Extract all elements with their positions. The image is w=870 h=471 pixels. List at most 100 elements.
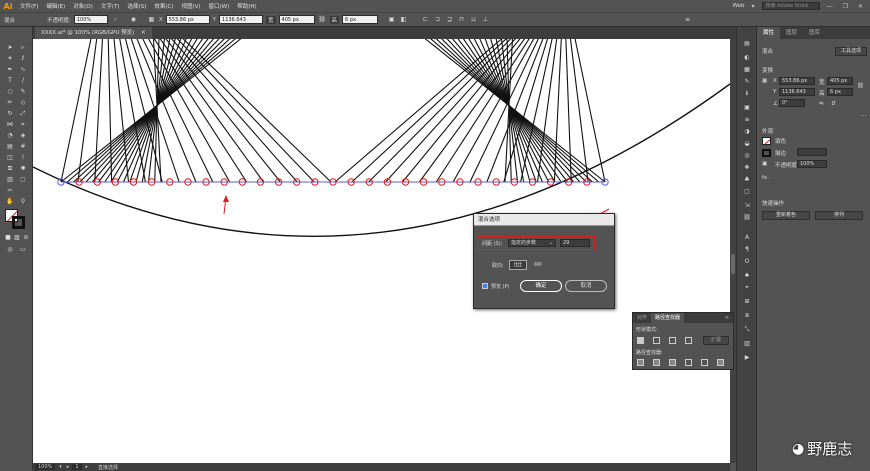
- chevron-down-icon[interactable]: ▾: [749, 3, 758, 10]
- menu-edit[interactable]: 编辑(E): [42, 2, 69, 10]
- menu-view[interactable]: 视图(V): [177, 2, 204, 10]
- artboard-prev-icon[interactable]: ◂: [66, 464, 69, 470]
- tab-libraries[interactable]: 图库: [803, 27, 826, 39]
- char-panel-icon[interactable]: A: [742, 233, 752, 242]
- y-field[interactable]: 1136.643: [219, 15, 264, 24]
- menu-file[interactable]: 文件(F): [16, 2, 42, 10]
- y-field[interactable]: 1136.643: [779, 88, 815, 96]
- steps-field[interactable]: 29: [560, 239, 590, 247]
- links-panel-icon[interactable]: ⛓: [742, 213, 752, 222]
- minus-back-icon[interactable]: [717, 359, 724, 366]
- color-panel-icon[interactable]: ◐: [742, 53, 752, 62]
- menu-object[interactable]: 对象(O): [69, 2, 97, 10]
- h-field[interactable]: 6 px: [827, 88, 853, 96]
- scroll-thumb[interactable]: [731, 254, 735, 274]
- tab-layers[interactable]: 图层: [780, 27, 803, 39]
- document-tab[interactable]: XXXX.ai* @ 100% (RGB/GPU 预览) ✕: [35, 27, 152, 39]
- restore-button[interactable]: ❐: [840, 3, 851, 10]
- artboard-tool-icon[interactable]: ▢: [18, 175, 28, 184]
- mesh-icon[interactable]: #: [18, 142, 28, 151]
- properties-panel-icon[interactable]: ▤: [742, 39, 752, 48]
- tool-options-button[interactable]: 工具选项: [835, 47, 867, 56]
- artboard-next-icon[interactable]: ▸: [86, 464, 89, 470]
- pen-tool-icon[interactable]: ✒: [5, 65, 15, 74]
- eraser-icon[interactable]: ◇: [18, 98, 28, 107]
- cancel-button[interactable]: 取消: [565, 280, 607, 292]
- merge-icon[interactable]: [669, 359, 676, 366]
- align-grid-icon[interactable]: ▦: [147, 15, 156, 24]
- chevron-down-icon[interactable]: ▾: [59, 464, 62, 470]
- curvature-icon[interactable]: ∿: [18, 65, 28, 74]
- transparency-panel-icon[interactable]: ◒: [742, 139, 752, 148]
- close-icon[interactable]: ✕: [141, 30, 146, 36]
- expand-button[interactable]: 扩展: [703, 336, 729, 345]
- fx-button[interactable]: fx.: [762, 175, 769, 181]
- tab-pathfinder[interactable]: 路径查找器: [651, 313, 685, 323]
- perspective-grid-icon[interactable]: ▤: [5, 142, 15, 151]
- symbol-sprayer-icon[interactable]: ✺: [18, 164, 28, 173]
- eyedropper-icon[interactable]: ⌇: [18, 153, 28, 162]
- lasso-icon[interactable]: ℓ: [18, 54, 28, 63]
- flip-horizontal-icon[interactable]: ⇋: [819, 101, 824, 107]
- recolor-button[interactable]: 重新着色: [762, 211, 810, 220]
- width-tool-icon[interactable]: ⋈: [5, 120, 15, 129]
- ok-button[interactable]: 确定: [520, 280, 562, 292]
- crop-icon[interactable]: [685, 359, 692, 366]
- paragraph-panel-icon[interactable]: ¶: [742, 245, 752, 254]
- info-panel-icon[interactable]: ℹ: [742, 89, 752, 98]
- none-mode-icon[interactable]: ⊘: [21, 233, 31, 242]
- gradient-icon[interactable]: ◫: [5, 153, 15, 162]
- zoom-tool-icon[interactable]: ⚲: [18, 197, 28, 206]
- menu-window[interactable]: 窗口(W): [205, 2, 234, 10]
- graph-tool-icon[interactable]: ▥: [5, 175, 15, 184]
- zoom-level[interactable]: 100%: [35, 464, 56, 470]
- paintbrush-icon[interactable]: ✎: [18, 87, 28, 96]
- glyphs-panel-icon[interactable]: ♠: [742, 271, 752, 280]
- exclude-icon[interactable]: [685, 337, 692, 344]
- tab-properties[interactable]: 属性: [757, 27, 781, 39]
- type-tool-icon[interactable]: T: [5, 76, 15, 85]
- minimize-button[interactable]: —: [824, 3, 836, 10]
- isolate-icon[interactable]: ◧: [399, 15, 408, 24]
- scale-icon[interactable]: ⤢: [18, 109, 28, 118]
- artboards-panel-icon[interactable]: ▢: [742, 187, 752, 196]
- align-bottom-icon[interactable]: ⊥: [481, 15, 490, 24]
- symbols-panel-icon[interactable]: ♣: [742, 175, 752, 184]
- live-paint-icon[interactable]: ◈: [18, 131, 28, 140]
- align-to-path-icon[interactable]: ʂʂʂ: [529, 260, 547, 270]
- opacity-field[interactable]: 100%: [73, 15, 108, 24]
- menu-help[interactable]: 帮助(H): [233, 2, 260, 10]
- gradient-panel-icon[interactable]: ◑: [742, 127, 752, 136]
- brushes-panel-icon[interactable]: ✎: [742, 77, 752, 86]
- appearance-panel-icon[interactable]: ◎: [742, 151, 752, 160]
- tab-align[interactable]: 对齐: [633, 313, 651, 323]
- minus-front-icon[interactable]: [653, 337, 660, 344]
- graphic-styles-icon[interactable]: ❖: [742, 163, 752, 172]
- recolor-icon[interactable]: ◉: [129, 15, 138, 24]
- panel-menu-icon[interactable]: ≡: [721, 313, 733, 323]
- align-right-icon[interactable]: ⊒: [445, 15, 454, 24]
- link-icon[interactable]: ⛓: [318, 15, 327, 24]
- menu-type[interactable]: 文字(T): [97, 2, 124, 10]
- pathfinder-panel-icon[interactable]: ⧈: [742, 311, 752, 320]
- actions-panel-icon[interactable]: ▶: [742, 353, 752, 362]
- libraries-panel-icon[interactable]: ▥: [742, 339, 752, 348]
- transform-icon[interactable]: ▣: [387, 15, 396, 24]
- w-field[interactable]: 405 px: [278, 15, 315, 24]
- screen-mode-icon[interactable]: ▭: [18, 245, 28, 254]
- preview-checkbox[interactable]: [482, 283, 488, 289]
- asset-export-icon[interactable]: ⇲: [742, 201, 752, 210]
- artboard-number[interactable]: 1: [72, 464, 82, 470]
- artboard-canvas[interactable]: [33, 39, 730, 464]
- pencil-icon[interactable]: ✏: [5, 98, 15, 107]
- selection-tool-icon[interactable]: ➤: [5, 43, 15, 52]
- ellipse-tool-icon[interactable]: ○: [5, 87, 15, 96]
- x-field[interactable]: 553.86 px: [779, 77, 815, 85]
- fill-swatch[interactable]: [762, 137, 771, 145]
- align-left-icon[interactable]: ⊏: [421, 15, 430, 24]
- h-field[interactable]: 6 px: [342, 15, 379, 24]
- stock-search-input[interactable]: 搜索 Adobe Stock: [761, 2, 820, 10]
- align-panel-icon[interactable]: ⊞: [742, 297, 752, 306]
- navigator-panel-icon[interactable]: ⌖: [742, 283, 752, 292]
- align-vcenter-icon[interactable]: ⊔: [469, 15, 478, 24]
